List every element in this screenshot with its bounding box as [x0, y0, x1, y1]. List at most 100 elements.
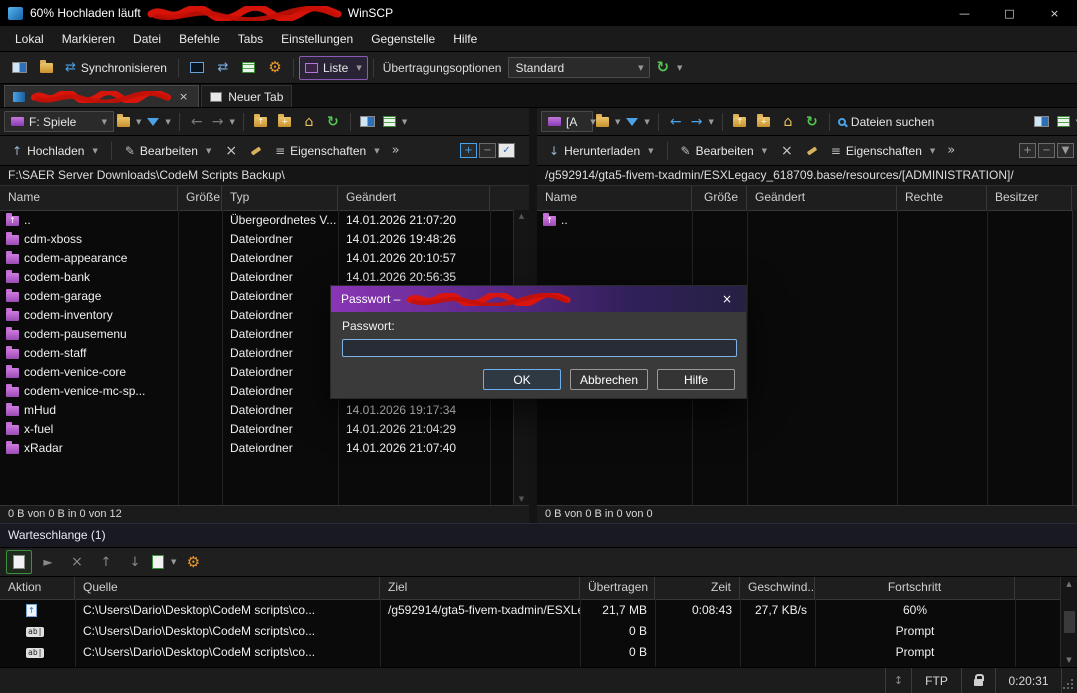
- minimize-button[interactable]: —: [942, 0, 987, 26]
- delete-button[interactable]: ×: [219, 139, 243, 162]
- remote-scrollbar[interactable]: ▲ ▼: [1072, 210, 1077, 505]
- refresh-local-button[interactable]: ↻: [321, 111, 345, 133]
- ok-button[interactable]: OK: [483, 369, 561, 390]
- forward-button[interactable]: →▼: [209, 111, 238, 133]
- file-row[interactable]: cdm-xboss Dateiordner 14.01.2026 19:48:2…: [0, 230, 529, 249]
- view-style-button[interactable]: ▼: [1054, 111, 1077, 133]
- column-header-owner[interactable]: Besitzer: [987, 186, 1072, 210]
- menu-befehle[interactable]: Befehle: [170, 26, 229, 52]
- cleanup-button[interactable]: [245, 139, 267, 162]
- local-path-bar[interactable]: F:\SAER Server Downloads\CodeM Scripts B…: [0, 166, 529, 186]
- unselect-files-button[interactable]: −: [1038, 143, 1055, 158]
- panel-view-liste-button[interactable]: Liste ▼: [299, 56, 368, 80]
- back-button[interactable]: ←: [185, 111, 209, 133]
- local-drive-select[interactable]: F: Spiele ▼: [4, 111, 114, 132]
- queue-header[interactable]: Warteschlange (1): [0, 523, 1077, 547]
- select-files-button[interactable]: +: [1019, 143, 1036, 158]
- unselect-files-button[interactable]: −: [479, 143, 496, 158]
- column-header-modified[interactable]: Geändert: [338, 186, 490, 210]
- queue-process-button[interactable]: ▼: [151, 550, 177, 574]
- remote-directory-select[interactable]: [A ▼: [541, 111, 593, 132]
- parent-directory-button[interactable]: ↑: [249, 111, 273, 133]
- new-tab-button[interactable]: Neuer Tab: [201, 85, 292, 107]
- column-header-source[interactable]: Quelle: [75, 577, 380, 599]
- swap-panels-button[interactable]: [356, 111, 380, 133]
- column-header-speed[interactable]: Geschwind...: [740, 577, 815, 599]
- select-files-button[interactable]: +: [460, 143, 477, 158]
- show-queue-button[interactable]: [6, 550, 32, 574]
- close-button[interactable]: ×: [1032, 0, 1077, 26]
- protocol-indicator[interactable]: FTP: [911, 668, 961, 693]
- scroll-up-icon[interactable]: ▲: [1066, 580, 1071, 588]
- open-directory-button[interactable]: ▼: [114, 111, 144, 133]
- menu-datei[interactable]: Datei: [124, 26, 170, 52]
- properties-button[interactable]: ≡ Eigenschaften ▼: [269, 139, 386, 162]
- column-header-progress[interactable]: Fortschritt: [815, 577, 1015, 599]
- cleanup-button[interactable]: [801, 139, 823, 162]
- file-row[interactable]: codem-appearance Dateiordner 14.01.2026 …: [0, 249, 529, 268]
- scroll-up-icon[interactable]: ▲: [519, 212, 524, 220]
- upload-button[interactable]: ↑ Hochladen ▼: [6, 139, 104, 162]
- dialog-close-button[interactable]: ×: [708, 286, 746, 312]
- new-folder-button[interactable]: +: [273, 111, 297, 133]
- parent-directory-button[interactable]: ↑: [728, 111, 752, 133]
- scrollbar-thumb[interactable]: [1064, 611, 1075, 633]
- properties-button[interactable]: ≡ Eigenschaften ▼: [825, 139, 942, 162]
- find-files-button[interactable]: Dateien suchen: [835, 111, 937, 133]
- overflow-chevron-icon[interactable]: »: [943, 144, 959, 157]
- file-row[interactable]: ↑.. Übergeordnetes V... 14.01.2026 21:07…: [0, 211, 529, 230]
- encryption-indicator[interactable]: [961, 668, 995, 693]
- queue-row[interactable]: ab| C:\Users\Dario\Desktop\CodeM scripts…: [0, 621, 1077, 642]
- column-header-action[interactable]: Aktion: [0, 577, 75, 599]
- column-header-size[interactable]: Größe: [692, 186, 747, 210]
- password-input[interactable]: [342, 339, 737, 357]
- column-header-name[interactable]: Name: [537, 186, 692, 210]
- column-header-transferred[interactable]: Übertragen: [580, 577, 655, 599]
- queue-move-down-button[interactable]: ↓: [122, 550, 148, 574]
- help-button[interactable]: Hilfe: [657, 369, 735, 390]
- console-button[interactable]: [184, 56, 210, 80]
- menu-tabs[interactable]: Tabs: [229, 26, 272, 52]
- edit-button[interactable]: ✎ Bearbeiten ▼: [119, 139, 218, 162]
- file-row[interactable]: mHud Dateiordner 14.01.2026 19:17:34: [0, 401, 529, 420]
- column-header-target[interactable]: Ziel: [380, 577, 580, 599]
- forward-button[interactable]: →▼: [688, 111, 717, 133]
- column-header-time[interactable]: Zeit: [655, 577, 740, 599]
- open-directory-button[interactable]: ▼: [593, 111, 623, 133]
- tab-close-icon[interactable]: ×: [177, 91, 190, 102]
- edit-button[interactable]: ✎ Bearbeiten ▼: [675, 139, 774, 162]
- file-row[interactable]: xRadar Dateiordner 14.01.2026 21:07:40: [0, 439, 529, 458]
- back-button[interactable]: ←: [664, 111, 688, 133]
- resize-grip[interactable]: [1061, 668, 1077, 693]
- scroll-down-icon[interactable]: ▼: [1066, 656, 1071, 664]
- menu-einstellungen[interactable]: Einstellungen: [272, 26, 362, 52]
- invert-selection-button[interactable]: ▼: [1057, 143, 1074, 158]
- column-header-type[interactable]: Typ: [222, 186, 338, 210]
- column-header-name[interactable]: Name: [0, 186, 178, 210]
- preferences-button[interactable]: ⚙: [262, 56, 288, 80]
- menu-gegenstelle[interactable]: Gegenstelle: [362, 26, 444, 52]
- column-header-rights[interactable]: Rechte: [897, 186, 987, 210]
- scroll-down-icon[interactable]: ▼: [519, 495, 524, 503]
- delete-button[interactable]: ×: [775, 139, 799, 162]
- remote-path-bar[interactable]: /g592914/gta5-fivem-txadmin/ESXLegacy_61…: [537, 166, 1077, 186]
- queue-row[interactable]: ab| C:\Users\Dario\Desktop\CodeM scripts…: [0, 642, 1077, 663]
- queue-move-up-button[interactable]: ↑: [93, 550, 119, 574]
- queue-resume-button[interactable]: ►: [35, 550, 61, 574]
- transfer-preset-select[interactable]: Standard ▼: [508, 57, 650, 78]
- session-tab[interactable]: ×: [4, 85, 199, 107]
- explorer-view-button[interactable]: [33, 56, 59, 80]
- download-button[interactable]: ↓ Herunterladen ▼: [543, 139, 660, 162]
- queue-delete-button[interactable]: ×: [64, 550, 90, 574]
- menu-markieren[interactable]: Markieren: [53, 26, 124, 52]
- menu-hilfe[interactable]: Hilfe: [444, 26, 486, 52]
- queue-preferences-button[interactable]: ⚙: [180, 550, 206, 574]
- transfer-mode-button[interactable]: ⇄: [210, 56, 236, 80]
- filter-button[interactable]: ▼: [144, 111, 173, 133]
- view-style-button[interactable]: ▼: [380, 111, 410, 133]
- queue-scrollbar[interactable]: ▲ ▼: [1060, 577, 1077, 667]
- refresh-remote-button[interactable]: ↻: [800, 111, 824, 133]
- column-header-modified[interactable]: Geändert: [747, 186, 897, 210]
- home-button[interactable]: ⌂: [297, 111, 321, 133]
- menu-lokal[interactable]: Lokal: [6, 26, 53, 52]
